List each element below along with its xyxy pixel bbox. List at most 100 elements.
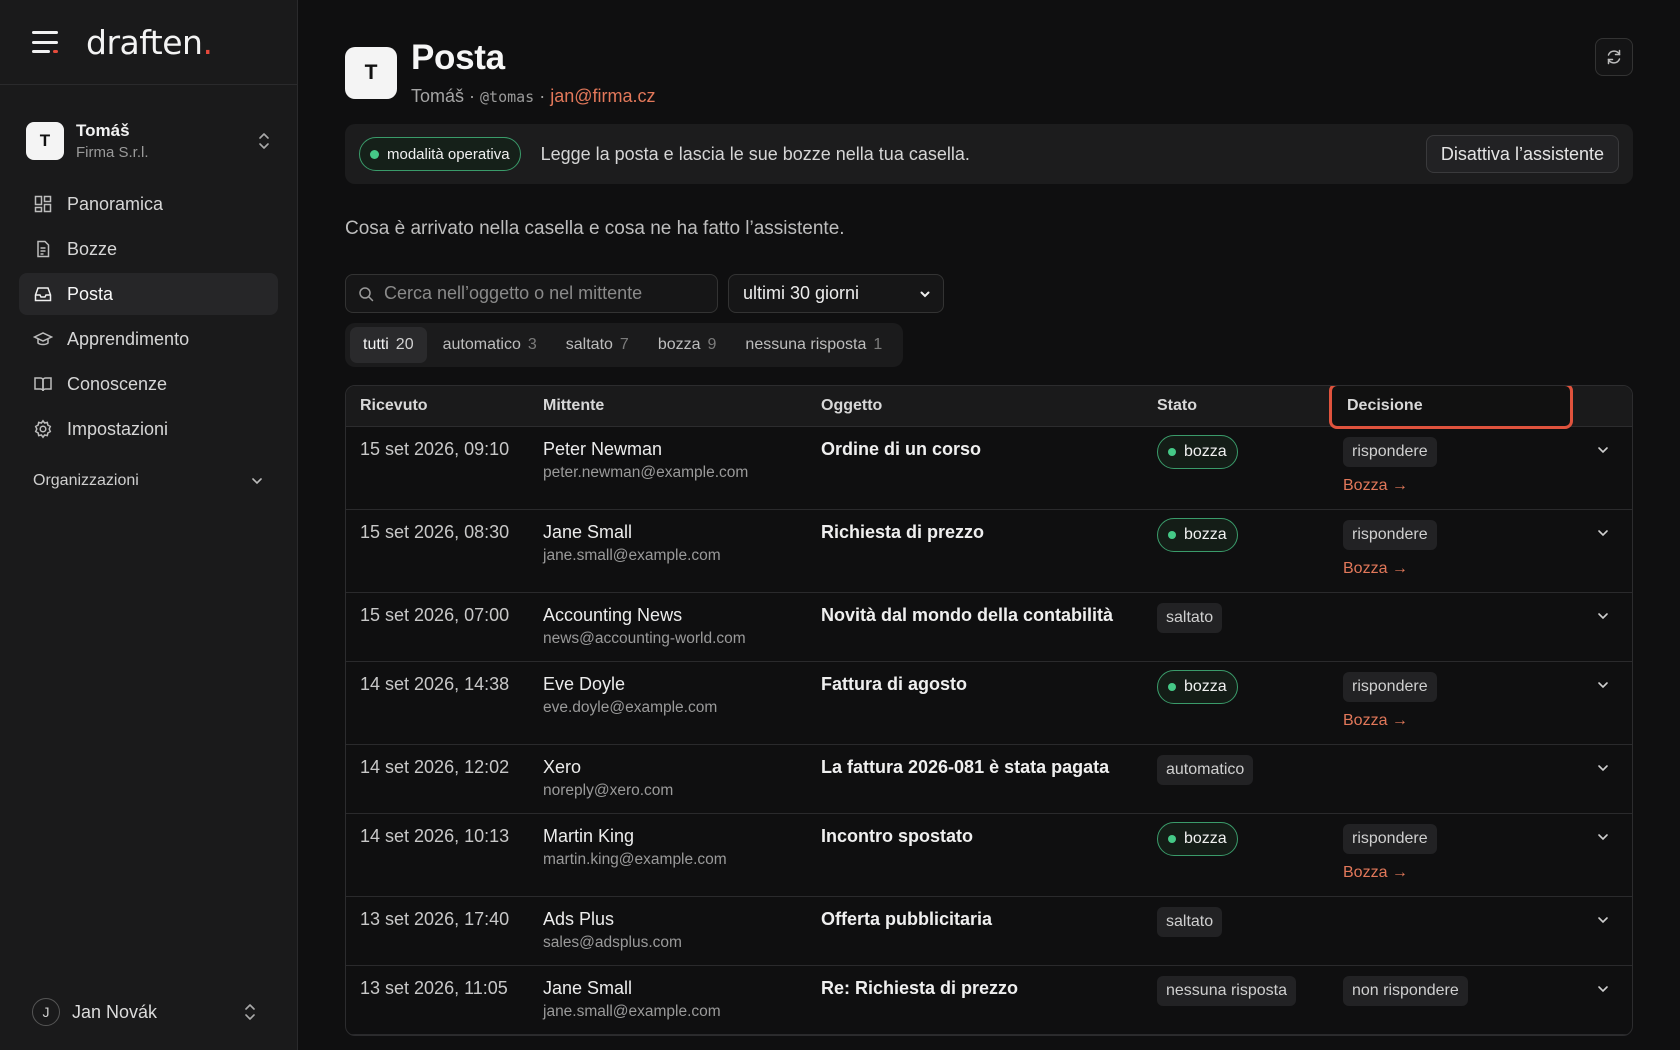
table-row[interactable]: 15 set 2026, 07:00 Accounting News news@… — [346, 593, 1632, 662]
table-header: Ricevuto Mittente Oggetto Stato Decision… — [346, 386, 1632, 429]
sender-cell: Ads Plus sales@adsplus.com — [543, 897, 821, 965]
deactivate-assistant-button[interactable]: Disattiva l’assistente — [1425, 135, 1619, 173]
menu-icon[interactable] — [32, 31, 60, 53]
table-row[interactable]: 15 set 2026, 09:10 Peter Newman peter.ne… — [346, 427, 1632, 510]
expand-row-button[interactable] — [1573, 427, 1632, 509]
subject-text: La fattura 2026-081 è stata pagata — [821, 757, 1110, 777]
sidebar-nav: Panoramica Bozze Posta Apprendimento Con… — [0, 183, 297, 450]
sender-cell: Peter Newman peter.newman@example.com — [543, 427, 821, 509]
status-badge: bozza — [1157, 518, 1238, 552]
owner-name: Tomáš — [411, 86, 465, 106]
table-body: 15 set 2026, 09:10 Peter Newman peter.ne… — [346, 427, 1632, 1035]
sidebar-item-bozze[interactable]: Bozze — [19, 228, 278, 270]
decision-cell: rispondere Bozza → — [1333, 814, 1573, 896]
expand-row-button[interactable] — [1573, 966, 1632, 1034]
org-avatar: T — [26, 122, 64, 160]
subject-cell: Richiesta di prezzo — [821, 510, 1157, 592]
received-cell: 13 set 2026, 11:05 — [360, 978, 508, 998]
sender-email: eve.doyle@example.com — [543, 699, 718, 716]
tab-automatico[interactable]: automatico 3 — [430, 327, 550, 363]
chevron-down-icon — [1598, 834, 1608, 841]
table-row[interactable]: 14 set 2026, 14:38 Eve Doyle eve.doyle@e… — [346, 662, 1632, 745]
expand-row-button[interactable] — [1573, 593, 1632, 661]
file-icon — [37, 240, 50, 258]
table-row[interactable]: 15 set 2026, 08:30 Jane Small jane.small… — [346, 510, 1632, 593]
decision-cell: rispondere Bozza → — [1333, 427, 1573, 509]
subject-text: Ordine di un corso — [821, 439, 982, 459]
header-mittente[interactable]: Mittente — [543, 397, 821, 415]
assistant-banner: modalità operativa Legge la posta e lasc… — [345, 124, 1633, 184]
draft-link[interactable]: Bozza → — [1343, 560, 1573, 578]
chevron-down-icon — [1598, 765, 1608, 772]
sender-name: Accounting News — [543, 605, 683, 625]
search-input[interactable]: Cerca nell’oggetto o nel mittente — [345, 274, 718, 313]
decision-badge: rispondere — [1343, 824, 1437, 854]
sender-email: news@accounting-world.com — [543, 630, 746, 647]
received-cell: 14 set 2026, 10:13 — [360, 826, 510, 846]
chevron-down-icon — [252, 478, 262, 485]
sidebar: draften. T Tomáš Firma S.r.l. Panoramica… — [0, 0, 298, 1050]
sender-email: noreply@xero.com — [543, 782, 674, 799]
sender-name: Eve Doyle — [543, 674, 626, 694]
refresh-button[interactable] — [1595, 38, 1633, 76]
sidebar-item-label: Impostazioni — [67, 418, 169, 439]
tab-saltato[interactable]: saltato 7 — [553, 327, 642, 363]
draft-link[interactable]: Bozza → — [1343, 477, 1573, 495]
user-menu[interactable]: J Jan Novák — [32, 994, 257, 1030]
status-badge: saltato — [1157, 603, 1223, 633]
tab-nessuna-risposta[interactable]: nessuna risposta 1 — [732, 327, 895, 363]
expand-row-button[interactable] — [1573, 745, 1632, 813]
header-stato[interactable]: Stato — [1157, 397, 1333, 415]
header-ricevuto[interactable]: Ricevuto — [346, 397, 543, 415]
sidebar-item-label: Conoscenze — [67, 373, 168, 394]
state-cell: saltato — [1157, 593, 1333, 661]
inbox-icon — [34, 287, 52, 302]
table-row[interactable]: 13 set 2026, 11:05 Jane Small jane.small… — [346, 966, 1632, 1035]
chevron-down-icon — [1598, 530, 1608, 537]
sidebar-item-impostazioni[interactable]: Impostazioni — [19, 408, 278, 450]
expand-row-button[interactable] — [1573, 510, 1632, 592]
expand-row-button[interactable] — [1573, 897, 1632, 965]
sidebar-item-conoscenze[interactable]: Conoscenze — [19, 363, 278, 405]
received-cell: 13 set 2026, 17:40 — [360, 909, 510, 929]
sidebar-item-apprendimento[interactable]: Apprendimento — [19, 318, 278, 360]
state-cell: bozza — [1157, 662, 1333, 744]
table-row[interactable]: 13 set 2026, 17:40 Ads Plus sales@adsplu… — [346, 897, 1632, 966]
state-cell: nessuna risposta — [1157, 966, 1333, 1034]
received-cell: 15 set 2026, 09:10 — [360, 439, 510, 459]
owner-email-link[interactable]: jan@firma.cz — [550, 86, 655, 106]
draft-link[interactable]: Bozza → — [1343, 864, 1573, 882]
tab-bozza[interactable]: bozza 9 — [645, 327, 730, 363]
draft-link[interactable]: Bozza → — [1343, 712, 1573, 730]
chevron-down-icon — [1598, 917, 1608, 924]
brand-logo[interactable]: draften. — [86, 23, 213, 62]
decision-badge: rispondere — [1343, 672, 1437, 702]
status-dot — [1168, 531, 1176, 539]
user-avatar: J — [32, 998, 60, 1026]
table-row[interactable]: 14 set 2026, 10:13 Martin King martin.ki… — [346, 814, 1632, 897]
header-decisione[interactable]: Decisione — [1329, 386, 1573, 429]
decision-cell: non rispondere — [1333, 966, 1573, 1034]
org-switcher[interactable]: T Tomáš Firma S.r.l. — [0, 117, 297, 165]
page-header: T Posta Tomáš · @tomas · jan@firma.cz — [345, 0, 1633, 120]
expand-row-button[interactable] — [1573, 814, 1632, 896]
status-dot — [1168, 835, 1176, 843]
separator: · — [534, 86, 551, 106]
page-avatar: T — [345, 47, 397, 99]
decision-cell: rispondere Bozza → — [1333, 662, 1573, 744]
date-range-select[interactable]: ultimi 30 giorni — [728, 274, 944, 313]
book-icon — [34, 377, 52, 392]
chevron-down-icon — [1598, 613, 1608, 620]
organizations-toggle[interactable]: Organizzazioni — [0, 466, 297, 496]
sidebar-item-posta[interactable]: Posta — [19, 273, 278, 315]
expand-row-button[interactable] — [1573, 662, 1632, 744]
refresh-icon — [1607, 49, 1621, 65]
table-row[interactable]: 14 set 2026, 12:02 Xero noreply@xero.com… — [346, 745, 1632, 814]
subject-text: Re: Richiesta di prezzo — [821, 978, 1019, 998]
sender-cell: Accounting News news@accounting-world.co… — [543, 593, 821, 661]
tab-tutti[interactable]: tutti 20 — [350, 327, 427, 363]
chevron-down-icon — [920, 291, 930, 297]
sidebar-item-panoramica[interactable]: Panoramica — [19, 183, 278, 225]
sender-name: Xero — [543, 757, 582, 777]
header-oggetto[interactable]: Oggetto — [821, 397, 1157, 415]
